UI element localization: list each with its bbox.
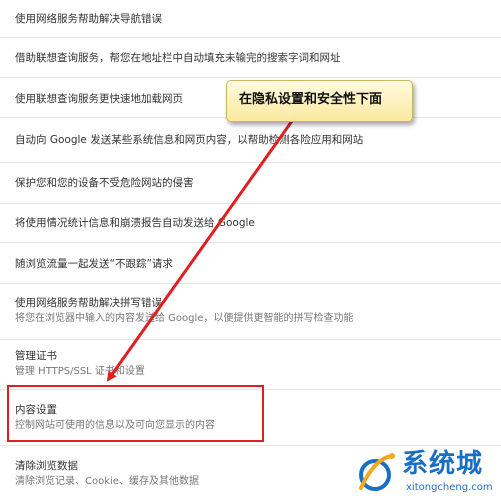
setting-row-safe-browsing[interactable]: 保护您和您的设备不受危险网站的侵害 (0, 163, 501, 204)
setting-label: 随浏览流量一起发送“不跟踪”请求 (15, 258, 173, 270)
setting-label: 使用网络服务帮助解决导航错误 (15, 13, 162, 25)
setting-row-manage-certificates[interactable]: 管理证书 管理 HTTPS/SSL 证书和设置 (0, 340, 501, 390)
setting-row-do-not-track[interactable]: 随浏览流量一起发送“不跟踪”请求 (0, 243, 501, 284)
annotation-callout: 在隐私设置和安全性下面 (226, 80, 413, 122)
setting-label: 自动向 Google 发送某些系统信息和网页内容，以帮助检测各险应用和网站 (15, 134, 364, 146)
watermark-title: 系统城 (402, 449, 484, 479)
setting-label: 保护您和您的设备不受危险网站的侵害 (15, 177, 194, 189)
setting-row-usage-stats[interactable]: 将使用情况统计信息和崩溃报告自动发送给 Google (0, 204, 501, 243)
setting-row-spelling[interactable]: 使用网络服务帮助解决拼写错误 将您在浏览器中输入的内容发送给 Google，以便… (0, 284, 501, 340)
setting-row-navigation-errors[interactable]: 使用网络服务帮助解决导航错误 (0, 0, 501, 38)
content-settings-highlight (7, 385, 264, 442)
setting-label: 使用联想查询服务更快速地加载网页 (15, 93, 183, 105)
setting-description: 将您在浏览器中输入的内容发送给 Google，以便提供更智能的拼写检查功能 (15, 313, 354, 324)
setting-row-autocomplete[interactable]: 借助联想查询服务，帮您在地址栏中自动填充未输完的搜索字词和网址 (0, 38, 501, 78)
site-watermark: 系统城 xitongcheng.com (352, 446, 501, 502)
setting-description: 管理 HTTPS/SSL 证书和设置 (15, 366, 145, 377)
callout-text: 在隐私设置和安全性下面 (239, 92, 383, 107)
watermark-logo-icon (359, 453, 395, 491)
setting-description: 清除浏览记录、Cookie、缓存及其他数据 (15, 476, 199, 487)
setting-label: 将使用情况统计信息和崩溃报告自动发送给 Google (15, 217, 255, 229)
setting-label: 借助联想查询服务，帮您在地址栏中自动填充未输完的搜索字词和网址 (15, 52, 341, 64)
setting-label: 管理证书 (15, 350, 57, 362)
setting-label: 使用网络服务帮助解决拼写错误 (15, 297, 162, 309)
watermark-url: xitongcheng.com (406, 482, 493, 493)
setting-row-send-system-info[interactable]: 自动向 Google 发送某些系统信息和网页内容，以帮助检测各险应用和网站 (0, 118, 501, 163)
setting-label: 清除浏览数据 (15, 460, 78, 472)
